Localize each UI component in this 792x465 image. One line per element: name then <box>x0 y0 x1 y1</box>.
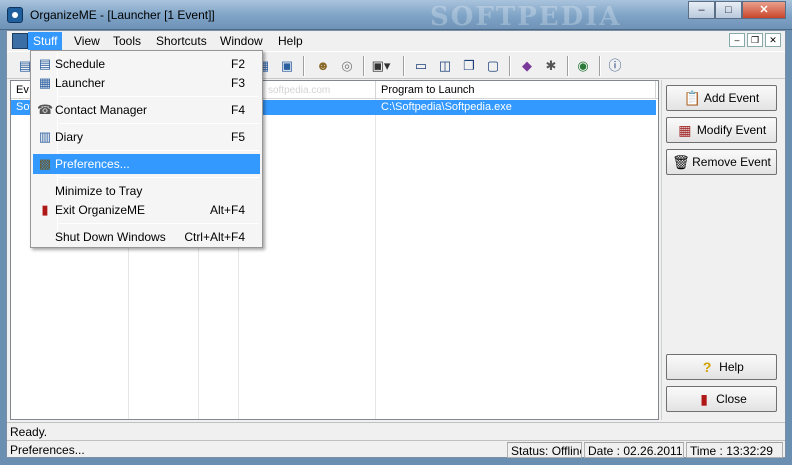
close-window-button[interactable]: ✕ <box>742 1 786 19</box>
menu-item-shortcut: F2 <box>230 57 245 71</box>
close-button[interactable]: ▮ Close <box>666 386 777 412</box>
menu-window[interactable]: Window <box>215 32 268 50</box>
menu-stuff[interactable]: Stuff <box>28 32 63 50</box>
status-ready: Ready. <box>7 422 785 440</box>
toolbar-separator <box>567 56 569 76</box>
menu-shortcuts[interactable]: Shortcuts <box>151 32 212 50</box>
menu-tools[interactable]: Tools <box>108 32 146 50</box>
trash-icon: 🗑 <box>672 154 690 170</box>
menu-item-shortcut: F5 <box>230 130 245 144</box>
modify-event-icon: ▦ <box>678 122 692 138</box>
status-message: Preferences... <box>10 443 85 457</box>
menu-item-label: Exit OrganizeME <box>55 203 146 217</box>
tile-horizontal-icon[interactable]: ▭ <box>411 56 431 76</box>
stuff-menu: ▤ Schedule F2 ▦ Launcher F3 ☎ Contact Ma… <box>30 50 263 248</box>
cell-program: C:\Softpedia\Softpedia.exe <box>381 101 512 113</box>
menu-item-contact-manager[interactable]: ☎ Contact Manager F4 <box>33 100 260 120</box>
modify-event-button[interactable]: ▦ Modify Event <box>666 117 777 143</box>
help-button[interactable]: ? Help <box>666 354 777 380</box>
menu-bar: Stuff View Tools Shortcuts Window Help –… <box>7 31 785 51</box>
menu-item-label: Preferences... <box>55 157 130 171</box>
question-icon: ? <box>702 359 712 375</box>
remove-event-button[interactable]: 🗑 Remove Event <box>666 149 777 175</box>
menu-view[interactable]: View <box>69 32 105 50</box>
toolbar-separator <box>509 56 511 76</box>
menu-item-minimize-to-tray[interactable]: Minimize to Tray <box>33 181 260 201</box>
preferences-icon: ▩ <box>38 156 52 171</box>
minimize-button[interactable]: – <box>688 1 715 19</box>
book-icon[interactable]: ◆ <box>517 56 537 76</box>
menu-help[interactable]: Help <box>273 32 308 50</box>
users-icon[interactable]: ☻ <box>313 56 333 76</box>
tile-vertical-icon[interactable]: ◫ <box>435 56 455 76</box>
toolbar-separator <box>403 56 405 76</box>
menu-item-label: Minimize to Tray <box>55 184 143 198</box>
overlay-text: softpedia.com <box>268 85 331 96</box>
schedule-icon: ▤ <box>38 56 52 71</box>
menu-item-label: Contact Manager <box>55 103 148 117</box>
info-icon[interactable]: ⓘ <box>605 56 625 76</box>
status-time: Time : 13:32:29 <box>686 442 783 458</box>
close-label: Close <box>716 392 747 406</box>
maximize-button[interactable]: □ <box>715 1 742 19</box>
mdi-child-icon[interactable] <box>12 33 28 49</box>
toolbar-separator <box>599 56 601 76</box>
mdi-close-button[interactable]: ✕ <box>765 33 781 47</box>
grid-line <box>375 99 376 419</box>
menu-item-shortcut: Ctrl+Alt+F4 <box>184 230 245 244</box>
help-label: Help <box>719 360 744 374</box>
panel-divider <box>661 80 662 420</box>
exit-icon: ▮ <box>41 202 49 217</box>
save-icon[interactable]: ▣ <box>277 56 297 76</box>
menu-separator <box>59 223 259 224</box>
menu-separator <box>59 96 259 97</box>
toolbar-separator <box>303 56 305 76</box>
menu-item-schedule[interactable]: ▤ Schedule F2 <box>33 54 260 74</box>
status-date: Date : 02.26.2011 <box>584 442 684 458</box>
add-event-icon: 📋 <box>683 90 702 106</box>
menu-item-exit[interactable]: ▮ Exit OrganizeME Alt+F4 <box>33 200 260 220</box>
title-bar: OrganizeME - [Launcher [1 Event]] SOFTPE… <box>0 0 792 32</box>
window-icon[interactable]: ▢ <box>483 56 503 76</box>
cd-icon[interactable]: ◎ <box>337 56 357 76</box>
menu-separator <box>59 177 259 178</box>
menu-item-label: Schedule <box>55 57 106 71</box>
window-title: OrganizeME - [Launcher [1 Event]] <box>30 8 215 22</box>
col-program[interactable]: Program to Launch <box>376 81 656 99</box>
add-event-label: Add Event <box>703 91 760 105</box>
app-icon[interactable] <box>7 7 23 23</box>
mdi-restore-button[interactable]: ❐ <box>747 33 763 47</box>
mdi-controls: – ❐ ✕ <box>729 33 781 47</box>
client-area: Stuff View Tools Shortcuts Window Help –… <box>6 30 786 458</box>
menu-item-launcher[interactable]: ▦ Launcher F3 <box>33 73 260 93</box>
watermark: SOFTPEDIA <box>430 2 622 32</box>
mdi-minimize-button[interactable]: – <box>729 33 745 47</box>
status-bar: Preferences... Status: Offline Date : 02… <box>7 440 785 458</box>
menu-separator <box>59 123 259 124</box>
launcher-icon: ▦ <box>38 75 52 90</box>
dropdown-icon[interactable]: ▣▾ <box>371 56 391 76</box>
menu-item-shortcut: F3 <box>230 76 245 90</box>
menu-item-diary[interactable]: ▥ Diary F5 <box>33 127 260 147</box>
remove-event-label: Remove Event <box>692 155 771 169</box>
menu-item-label: Diary <box>55 130 84 144</box>
diary-icon: ▥ <box>38 129 52 144</box>
menu-item-shortcut: F4 <box>230 103 245 117</box>
exit-door-icon: ▮ <box>700 391 709 407</box>
menu-item-preferences[interactable]: ▩ Preferences... <box>33 154 260 174</box>
toolbar-separator <box>363 56 365 76</box>
globe-icon[interactable]: ◉ <box>573 56 593 76</box>
cascade-icon[interactable]: ❐ <box>459 56 479 76</box>
menu-separator <box>59 150 259 151</box>
bug-icon[interactable]: ✱ <box>541 56 561 76</box>
menu-item-shortcut: Alt+F4 <box>209 203 245 217</box>
add-event-button[interactable]: 📋 Add Event <box>666 85 777 111</box>
menu-item-label: Shut Down Windows <box>55 230 166 244</box>
menu-item-label: Launcher <box>55 76 106 90</box>
menu-item-shutdown[interactable]: Shut Down Windows Ctrl+Alt+F4 <box>33 227 260 247</box>
status-connection: Status: Offline <box>507 442 582 458</box>
contact-icon: ☎ <box>37 102 54 117</box>
window-controls: – □ ✕ <box>688 1 786 19</box>
modify-event-label: Modify Event <box>696 123 767 137</box>
